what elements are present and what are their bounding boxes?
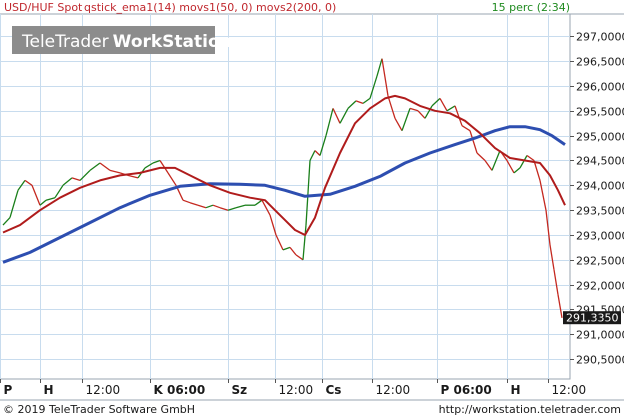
chart-canvas: 290,5000291,0000291,5000292,0000292,5000… <box>0 0 624 417</box>
x-tick-label: Sz <box>232 383 248 397</box>
x-tick-label: 12:00 <box>86 383 121 397</box>
source-url[interactable]: http://workstation.teletrader.com <box>439 403 621 416</box>
y-tick-label: 294,0000 <box>576 180 624 193</box>
instrument-title: USD/HUF Spot <box>4 1 83 14</box>
y-tick-label: 291,0000 <box>576 329 624 342</box>
x-tick-label: K 06:00 <box>154 383 206 397</box>
interval-label: 15 perc (2:34) <box>492 1 570 14</box>
x-tick-label: H <box>44 383 54 397</box>
last-price-tag: 291,3350 <box>563 311 621 325</box>
y-tick-label: 292,0000 <box>576 280 624 293</box>
chart-background <box>0 0 624 417</box>
x-tick-label: 12:00 <box>552 383 587 397</box>
y-tick-label: 296,0000 <box>576 81 624 94</box>
y-tick-label: 293,0000 <box>576 230 624 243</box>
y-tick-label: 294,5000 <box>576 155 624 168</box>
y-tick-label: 297,0000 <box>576 31 624 44</box>
x-tick-label: P 06:00 <box>441 383 492 397</box>
x-tick-label: 12:00 <box>279 383 314 397</box>
copyright-text: © 2019 TeleTrader Software GmbH <box>3 403 195 416</box>
x-tick-label: Cs <box>326 383 342 397</box>
last-price-label: 291,3350 <box>566 312 619 325</box>
watermark-text: TeleTrader WorkStation <box>21 32 232 52</box>
x-tick-label: P <box>4 383 13 397</box>
y-tick-label: 293,5000 <box>576 205 624 218</box>
y-tick-label: 295,0000 <box>576 131 624 144</box>
y-tick-label: 292,5000 <box>576 255 624 268</box>
x-tick-label: 12:00 <box>376 383 411 397</box>
y-tick-label: 290,5000 <box>576 354 624 367</box>
y-tick-label: 295,5000 <box>576 106 624 119</box>
x-tick-label: H <box>511 383 521 397</box>
y-tick-label: 296,5000 <box>576 56 624 69</box>
indicator-legend: qstick_ema1(14) movs1(50, 0) movs2(200, … <box>84 1 336 14</box>
